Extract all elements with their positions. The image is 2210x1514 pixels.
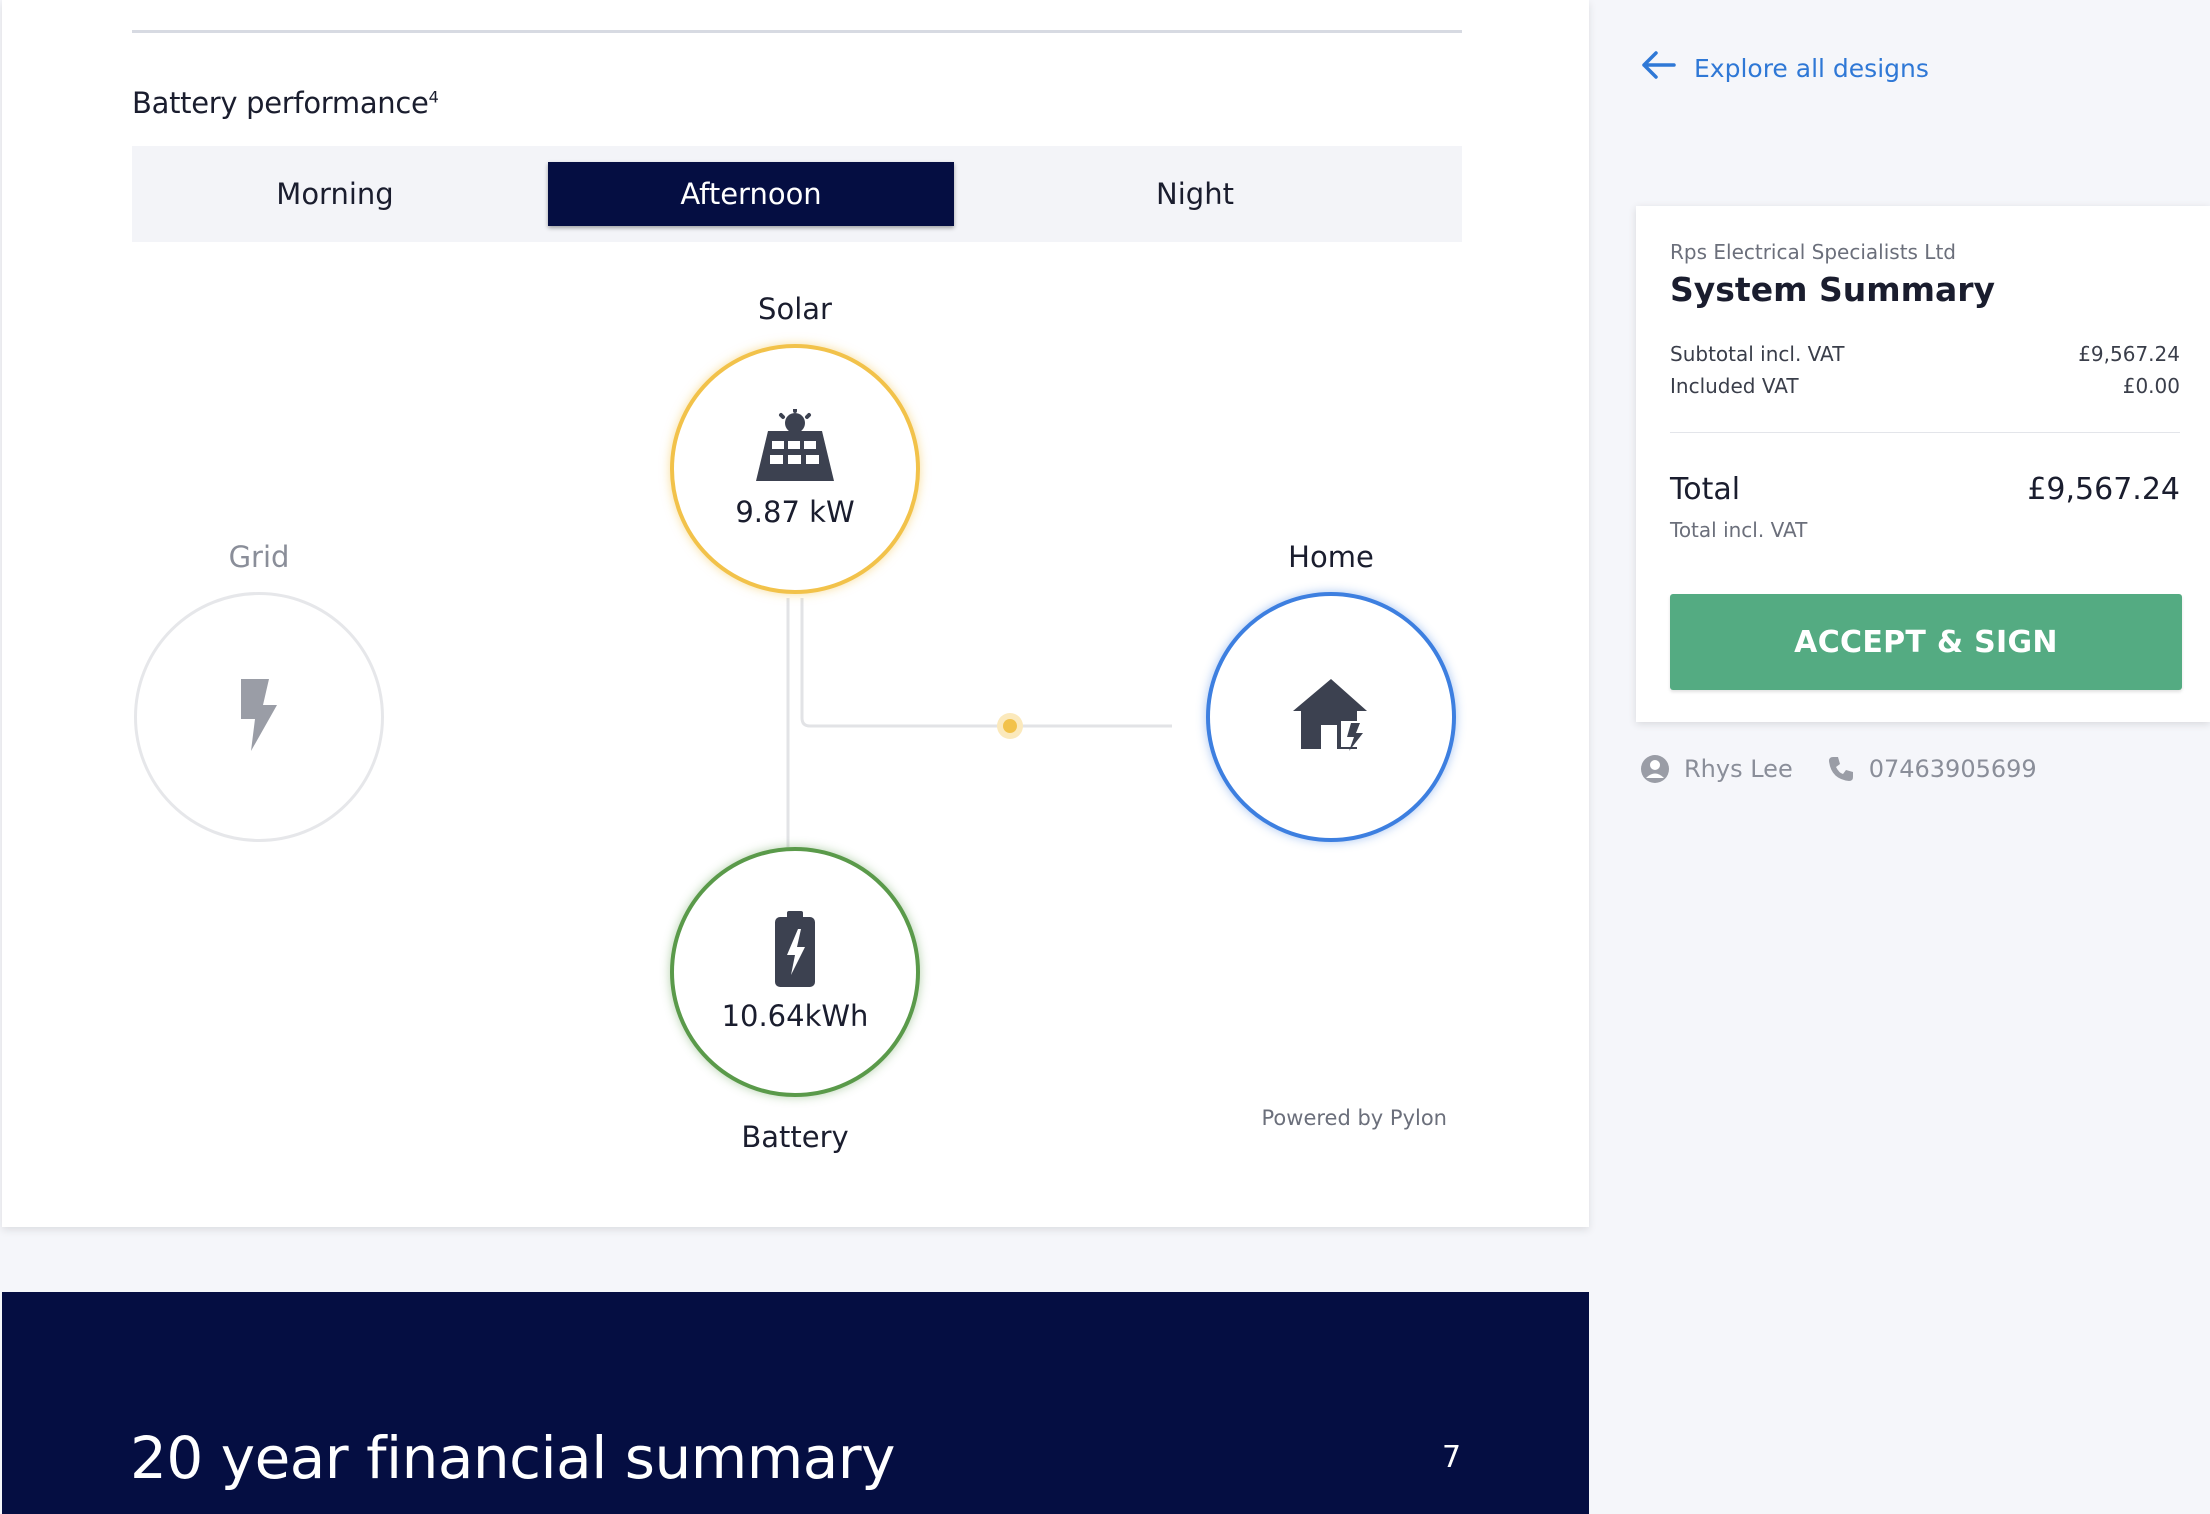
total-row: Total £9,567.24 (1670, 472, 2180, 507)
contact-phone[interactable]: 07463905699 (1869, 755, 2037, 783)
phone-icon (1827, 755, 1855, 783)
subtotal-label: Subtotal incl. VAT (1670, 342, 1845, 366)
arrow-left-icon (1640, 50, 1694, 86)
footnote-number: 7 (1442, 1440, 1462, 1475)
divider (1670, 432, 2180, 433)
subtotal-row: Subtotal incl. VAT £9,567.24 (1670, 342, 2180, 366)
subtotal-value: £9,567.24 (2078, 342, 2180, 366)
lightning-bolt-icon (237, 677, 281, 757)
home-node (1206, 592, 1456, 842)
battery-value: 10.64kWh (721, 999, 869, 1033)
financial-summary-title: 20 year financial summary (130, 1424, 895, 1492)
total-value: £9,567.24 (2027, 472, 2180, 507)
total-label: Total (1670, 472, 1741, 507)
financial-summary-section: 20 year financial summary 7 (2, 1292, 1589, 1514)
flow-dot (1003, 719, 1017, 733)
solar-label: Solar (758, 292, 832, 326)
accept-and-sign-button[interactable]: ACCEPT & SIGN (1670, 594, 2182, 690)
grid-node (134, 592, 384, 842)
solar-value: 9.87 kW (735, 495, 855, 529)
total-subtitle: Total incl. VAT (1670, 518, 1808, 542)
summary-title: System Summary (1670, 270, 1996, 309)
battery-performance-card: Battery performance4 Morning Afternoon N… (2, 0, 1589, 1227)
grid-label: Grid (228, 540, 290, 574)
home-label: Home (1288, 540, 1374, 574)
explore-all-designs-link[interactable]: Explore all designs (1640, 50, 1929, 86)
solar-node: 9.87 kW (670, 344, 920, 594)
installer-contact: Rhys Lee 07463905699 (1640, 754, 2037, 784)
solar-panel-icon (754, 407, 836, 489)
user-avatar-icon (1640, 754, 1670, 784)
powered-by-credit: Powered by Pylon (1261, 1106, 1447, 1130)
vat-value: £0.00 (2122, 374, 2180, 398)
contact-name: Rhys Lee (1684, 755, 1793, 783)
explore-link-label: Explore all designs (1694, 53, 1929, 83)
company-name: Rps Electrical Specialists Ltd (1670, 240, 1956, 264)
house-icon (1291, 677, 1371, 757)
battery-label: Battery (741, 1120, 849, 1154)
solar-home-line (800, 598, 1172, 728)
battery-node: 10.64kWh (670, 847, 920, 1097)
vat-label: Included VAT (1670, 374, 1799, 398)
system-summary-card: Rps Electrical Specialists Ltd System Su… (1636, 206, 2210, 722)
vat-row: Included VAT £0.00 (1670, 374, 2180, 398)
battery-icon (773, 911, 817, 993)
